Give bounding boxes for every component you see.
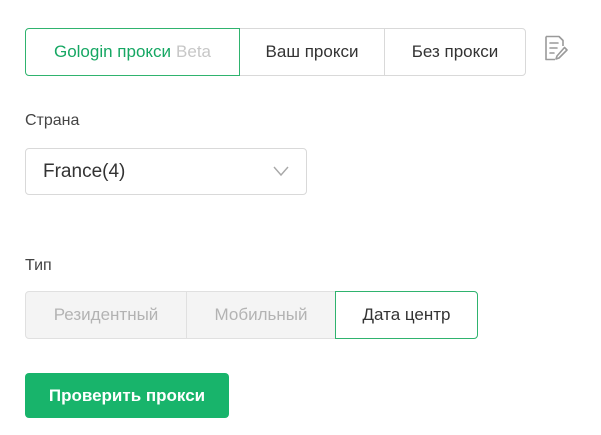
type-option-mobile[interactable]: Мобильный: [186, 291, 336, 339]
tab-gologin-proxy[interactable]: Gologin прокси Beta: [25, 28, 240, 76]
edit-note-icon[interactable]: [542, 34, 568, 62]
country-select-value: France(4): [43, 160, 126, 182]
tab-no-proxy-label: Без прокси: [411, 42, 499, 61]
tab-gologin-proxy-label: Gologin прокси: [53, 42, 172, 61]
country-select[interactable]: France(4): [25, 148, 307, 195]
tab-your-proxy-label: Ваш прокси: [265, 42, 359, 61]
type-option-mobile-label: Мобильный: [214, 305, 308, 324]
proxy-settings-panel: Gologin прокси Beta Ваш прокси Без прокс…: [0, 0, 601, 435]
tab-your-proxy[interactable]: Ваш прокси: [239, 28, 385, 76]
proxy-type-tabs: Резидентный Мобильный Дата центр: [25, 291, 478, 339]
type-option-residential[interactable]: Резидентный: [25, 291, 187, 339]
type-option-datacenter[interactable]: Дата центр: [335, 291, 478, 339]
type-option-residential-label: Резидентный: [53, 305, 159, 324]
type-option-datacenter-label: Дата центр: [362, 305, 451, 324]
country-label: Страна: [25, 112, 80, 129]
beta-badge: Beta: [176, 42, 212, 61]
proxy-source-tabs: Gologin прокси Beta Ваш прокси Без прокс…: [25, 28, 526, 76]
chevron-down-icon: [273, 166, 289, 177]
tab-no-proxy[interactable]: Без прокси: [384, 28, 526, 76]
check-proxy-button[interactable]: Проверить прокси: [25, 373, 229, 418]
type-label: Тип: [25, 257, 52, 274]
